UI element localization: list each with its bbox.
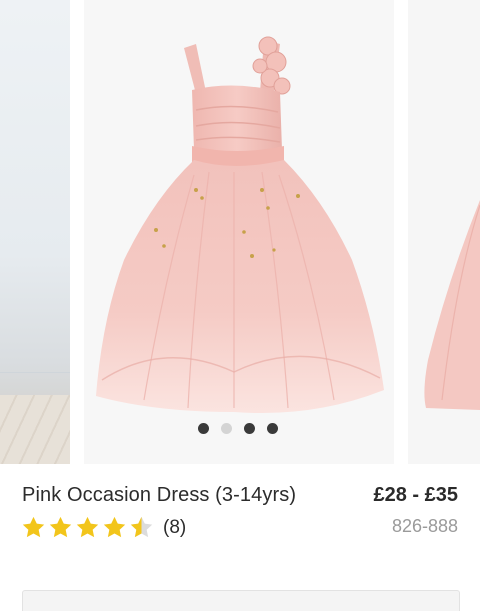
pink-dress-image (96, 36, 384, 414)
floor-boards (0, 395, 70, 464)
star-half-icon (130, 516, 153, 538)
wall-skirting (0, 372, 70, 373)
star-full-icon (76, 516, 99, 538)
carousel-dot-2[interactable] (221, 423, 232, 434)
star-full-icon (22, 516, 45, 538)
next-dress-image (424, 200, 480, 410)
carousel-dot-1[interactable] (198, 423, 209, 434)
star-full-icon (49, 516, 72, 538)
bottom-panel (22, 590, 460, 611)
carousel-dot-4[interactable] (267, 423, 278, 434)
carousel-dot-3[interactable] (244, 423, 255, 434)
rating-stars (20, 514, 155, 541)
product-title[interactable]: Pink Occasion Dress (3-14yrs) (22, 484, 296, 507)
product-rating[interactable]: (8) (20, 514, 186, 541)
carousel-pagination (198, 423, 278, 434)
next-product-image[interactable] (408, 0, 480, 464)
review-count: (8) (163, 516, 187, 538)
product-image-carousel[interactable] (0, 0, 480, 464)
current-product-image[interactable] (84, 0, 394, 464)
product-price: £28 - £35 (373, 484, 458, 506)
product-info: Pink Occasion Dress (3-14yrs) £28 - £35 … (0, 480, 480, 550)
star-full-icon (103, 516, 126, 538)
previous-product-image[interactable] (0, 0, 70, 464)
product-sku: 826-888 (391, 516, 458, 536)
